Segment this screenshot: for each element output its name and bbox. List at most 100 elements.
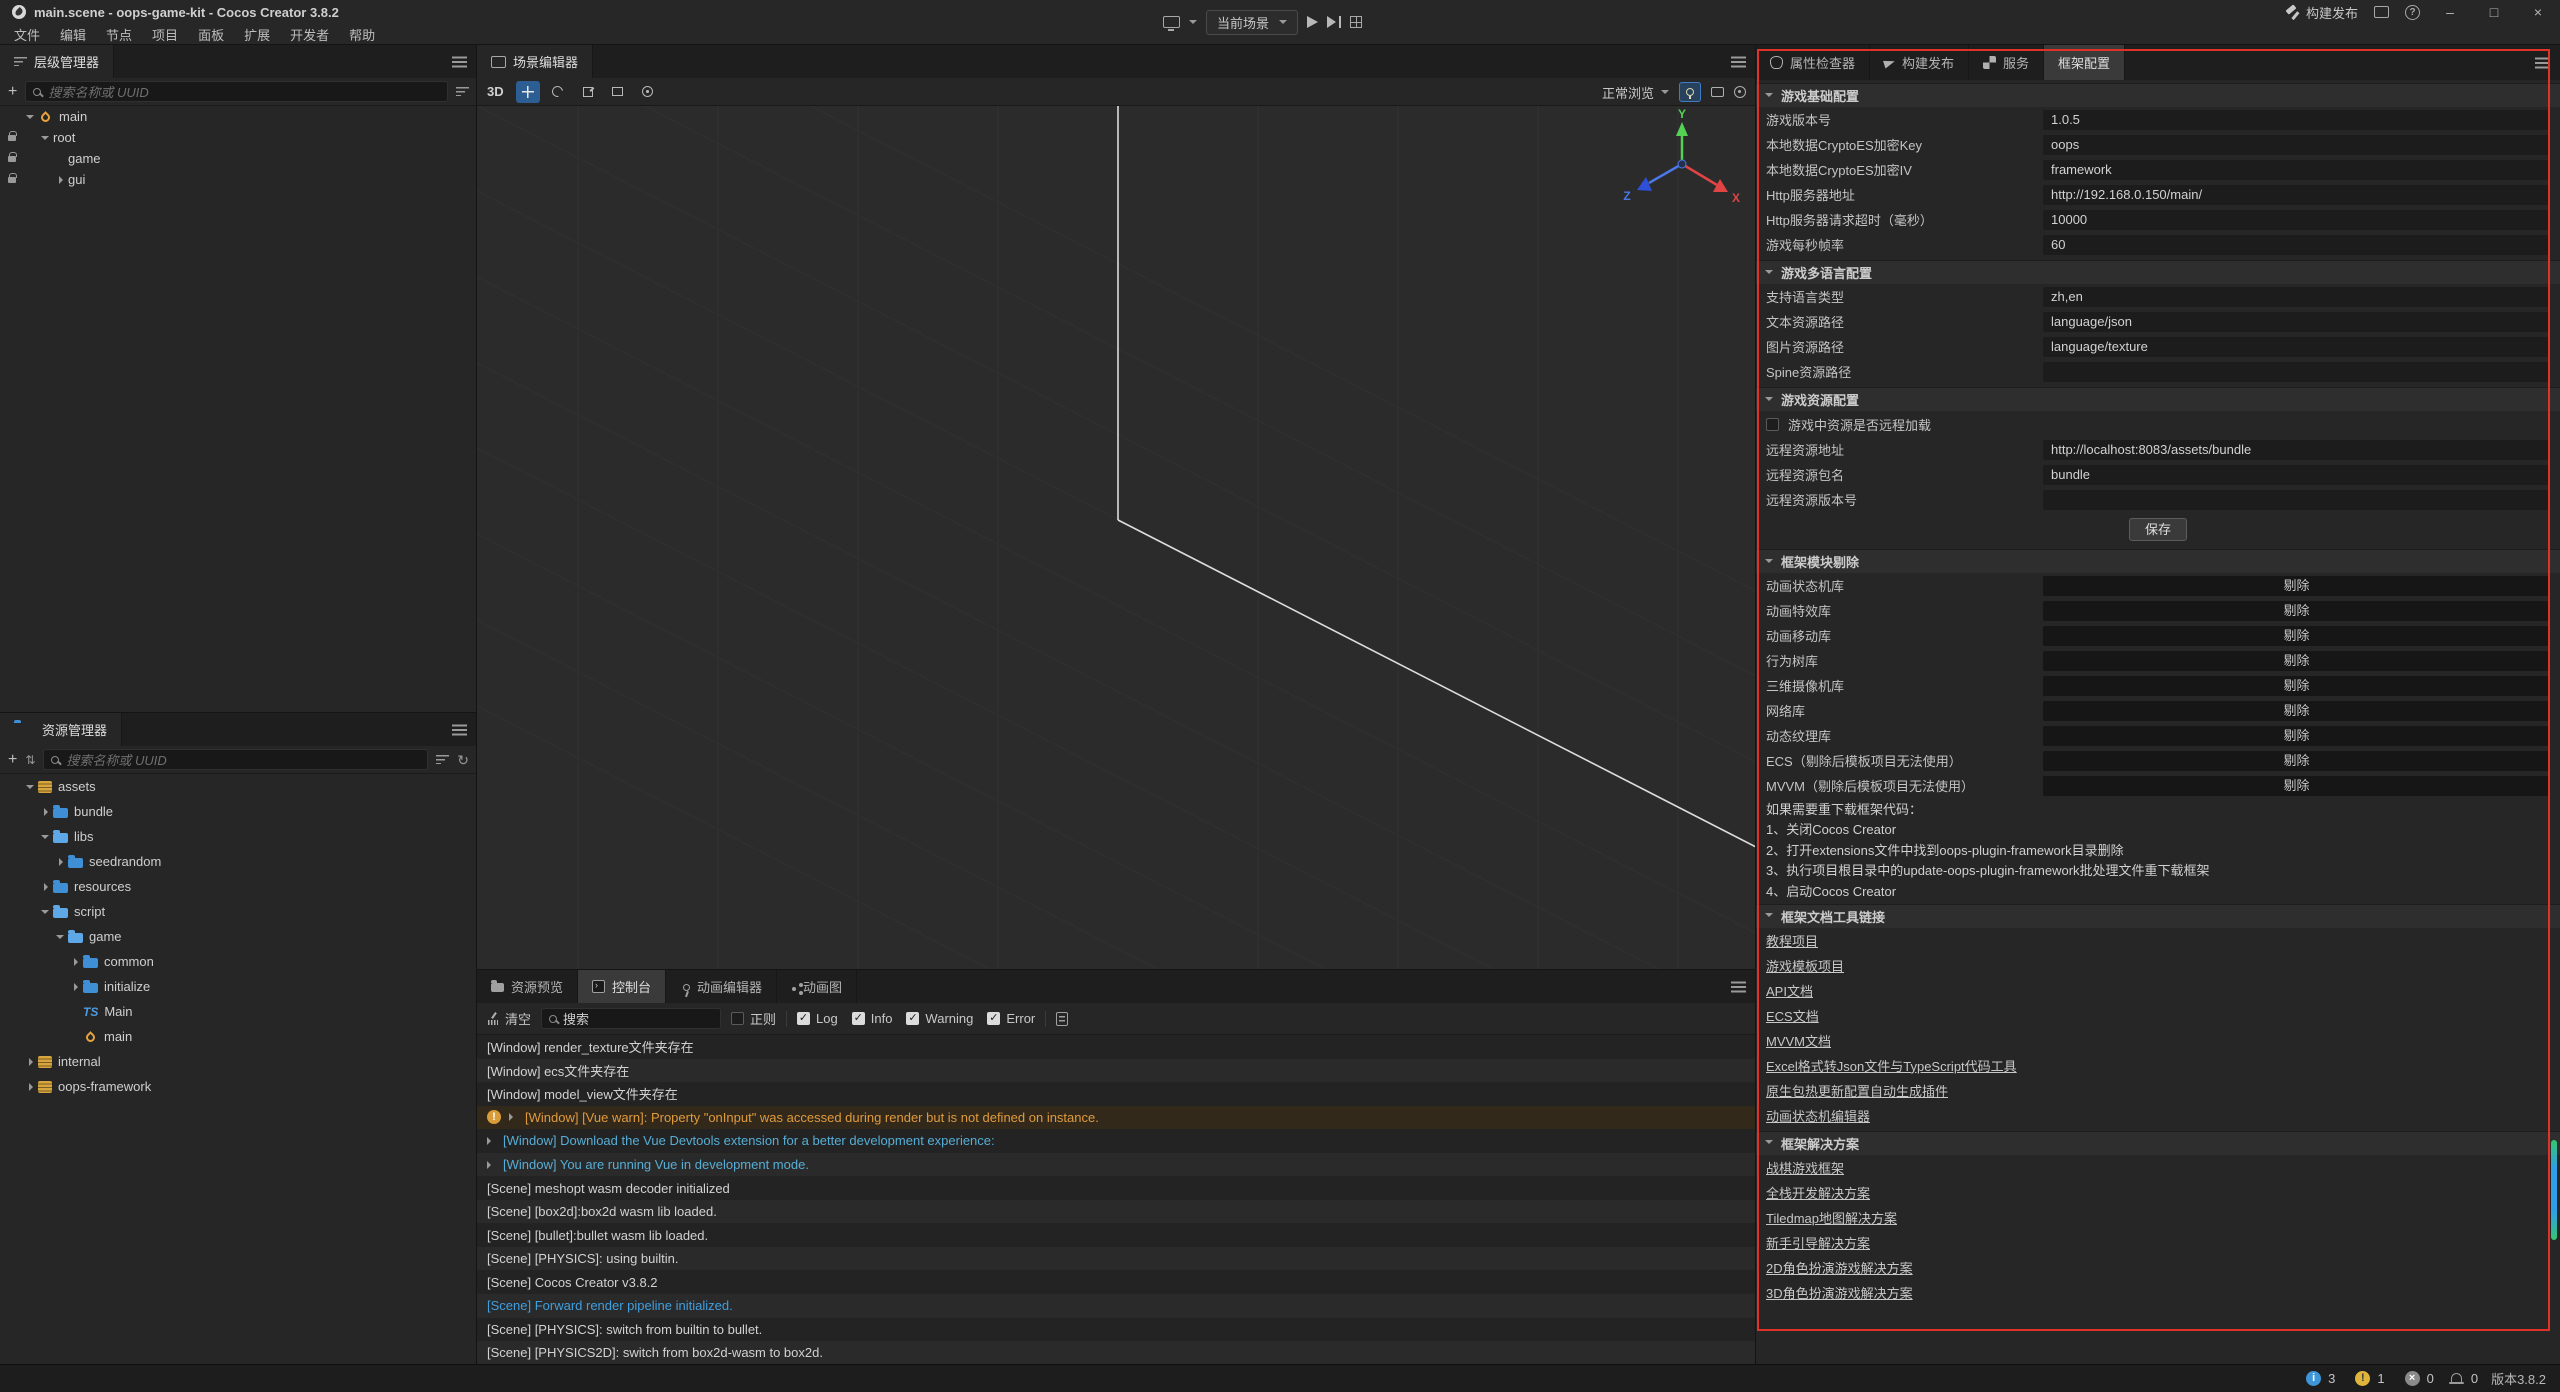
log-row[interactable]: ! [Scene] [PHYSICS]: switch from builtin…: [477, 1318, 1756, 1342]
tree-node[interactable]: gui: [0, 169, 477, 190]
solution-link[interactable]: Tiledmap地图解决方案: [1766, 1208, 1897, 1227]
view-mode-dropdown[interactable]: 正常浏览: [1602, 83, 1669, 102]
log-file-icon[interactable]: [1056, 1012, 1068, 1026]
error-icon[interactable]: ×: [2405, 1371, 2420, 1386]
navigation-gizmo[interactable]: Y X Z: [1623, 107, 1740, 205]
field-input[interactable]: 60: [2043, 235, 2550, 255]
ui-tool-button[interactable]: [636, 81, 660, 103]
inspector-tab[interactable]: 属性检查器: [1756, 45, 1870, 80]
field-input[interactable]: [2043, 490, 2550, 510]
frame-icon[interactable]: [2374, 6, 2389, 18]
field-input[interactable]: language/texture: [2043, 337, 2550, 357]
log-filter-toggle[interactable]: ✓ Info: [852, 1011, 893, 1026]
expand-chevron-icon[interactable]: [509, 1113, 517, 1121]
tree-node[interactable]: bundle: [0, 799, 477, 824]
log-row[interactable]: ! [Window] ecs文件夹存在: [477, 1059, 1756, 1083]
chevron-icon[interactable]: [41, 835, 49, 843]
log-filter-toggle[interactable]: ✓ Error: [987, 1011, 1035, 1026]
remove-module-button[interactable]: 剔除: [2043, 601, 2550, 621]
rect-tool-button[interactable]: [606, 81, 630, 103]
console-tab[interactable]: 动画图: [777, 970, 857, 1003]
tree-node[interactable]: main: [0, 1024, 477, 1049]
clear-console-button[interactable]: 清空: [487, 1009, 531, 1028]
tree-node[interactable]: libs: [0, 824, 477, 849]
doc-link[interactable]: 动画状态机编辑器: [1766, 1106, 1870, 1125]
log-row[interactable]: ! [Window] You are running Vue in develo…: [477, 1153, 1756, 1177]
remove-module-button[interactable]: 剔除: [2043, 576, 2550, 596]
field-input[interactable]: bundle: [2043, 465, 2550, 485]
solution-link[interactable]: 战棋游戏框架: [1766, 1158, 1844, 1177]
section-header-solutions[interactable]: 框架解决方案: [1756, 1131, 2560, 1155]
chevron-icon[interactable]: [56, 155, 64, 163]
tree-node[interactable]: seedrandom: [0, 849, 477, 874]
filter-checkbox[interactable]: ✓: [906, 1012, 919, 1025]
filter-icon[interactable]: [456, 87, 469, 96]
field-input[interactable]: framework: [2043, 160, 2550, 180]
field-input[interactable]: language/json: [2043, 312, 2550, 332]
tab-assets[interactable]: 资源管理器: [0, 713, 122, 746]
sort-icon[interactable]: ⇅: [25, 753, 35, 767]
solution-link[interactable]: 2D角色扮演游戏解决方案: [1766, 1258, 1913, 1277]
log-row[interactable]: ! [Scene] [PHYSICS]: using builtin.: [477, 1247, 1756, 1271]
doc-link[interactable]: 教程项目: [1766, 931, 1818, 950]
doc-link[interactable]: Excel格式转Json文件与TypeScript代码工具: [1766, 1056, 2017, 1075]
log-filter-toggle[interactable]: ✓ Log: [797, 1011, 838, 1026]
chevron-icon[interactable]: [71, 1008, 79, 1016]
console-search-input[interactable]: 搜索: [541, 1008, 721, 1029]
filter-icon[interactable]: [436, 755, 449, 764]
tab-scene-editor[interactable]: 场景编辑器: [477, 45, 593, 78]
menu-item[interactable]: 扩展: [234, 25, 280, 44]
inspector-tab[interactable]: 框架配置: [2044, 45, 2125, 80]
chevron-icon[interactable]: [44, 883, 52, 891]
remote-load-checkbox[interactable]: [1766, 418, 1779, 431]
expand-chevron-icon[interactable]: [487, 1137, 495, 1145]
regex-toggle[interactable]: 正则: [731, 1009, 776, 1028]
menu-item[interactable]: 项目: [142, 25, 188, 44]
field-input[interactable]: zh,en: [2043, 287, 2550, 307]
chevron-icon[interactable]: [59, 176, 67, 184]
panel-menu-icon[interactable]: [1731, 56, 1746, 67]
remove-module-button[interactable]: 剔除: [2043, 626, 2550, 646]
log-row[interactable]: ! [Scene] meshopt wasm decoder initializ…: [477, 1176, 1756, 1200]
camera-icon[interactable]: [1711, 87, 1724, 97]
solution-link[interactable]: 全栈开发解决方案: [1766, 1183, 1870, 1202]
doc-link[interactable]: MVVM文档: [1766, 1031, 1831, 1050]
section-header-docs[interactable]: 框架文档工具链接: [1756, 904, 2560, 928]
log-row[interactable]: ! [Scene] [box2d]:box2d wasm lib loaded.: [477, 1200, 1756, 1224]
play-button[interactable]: [1307, 16, 1318, 28]
menu-item[interactable]: 帮助: [339, 25, 385, 44]
log-row[interactable]: ! [Window] Download the Vue Devtools ext…: [477, 1129, 1756, 1153]
chevron-icon[interactable]: [41, 136, 49, 144]
section-header-modules[interactable]: 框架模块剔除: [1756, 549, 2560, 573]
remove-module-button[interactable]: 剔除: [2043, 701, 2550, 721]
log-row[interactable]: ! [Scene] [PHYSICS2D]: switch from box2d…: [477, 1341, 1756, 1364]
menu-item[interactable]: 编辑: [50, 25, 96, 44]
menu-item[interactable]: 面板: [188, 25, 234, 44]
panel-menu-icon[interactable]: [452, 56, 467, 67]
log-row[interactable]: ! [Scene] Forward render pipeline initia…: [477, 1294, 1756, 1318]
preview-device-icon[interactable]: [1163, 16, 1180, 28]
minimize-button[interactable]: –: [2436, 4, 2464, 20]
chevron-icon[interactable]: [41, 910, 49, 918]
log-row[interactable]: ! [Scene] [bullet]:bullet wasm lib loade…: [477, 1223, 1756, 1247]
field-input[interactable]: [2043, 362, 2550, 382]
section-header-resources[interactable]: 游戏资源配置: [1756, 387, 2560, 411]
doc-link[interactable]: 游戏模板项目: [1766, 956, 1844, 975]
tree-node[interactable]: main: [0, 106, 477, 127]
console-tab[interactable]: 动画编辑器: [666, 970, 777, 1003]
close-button[interactable]: ×: [2524, 4, 2552, 20]
console-tab[interactable]: 控制台: [578, 970, 666, 1003]
tree-node[interactable]: oops-framework: [0, 1074, 477, 1099]
tree-node[interactable]: common: [0, 949, 477, 974]
log-row[interactable]: ! [Window] [Vue warn]: Property "onInput…: [477, 1106, 1756, 1130]
scale-tool-button[interactable]: [576, 81, 600, 103]
section-header-basic[interactable]: 游戏基础配置: [1756, 83, 2560, 107]
build-publish-button[interactable]: 构建发布: [2285, 3, 2358, 22]
tree-node[interactable]: TS Main: [0, 999, 477, 1024]
create-node-button[interactable]: +: [8, 84, 17, 100]
rotate-tool-button[interactable]: [546, 81, 570, 103]
section-header-language[interactable]: 游戏多语言配置: [1756, 260, 2560, 284]
info-icon[interactable]: i: [2306, 1371, 2321, 1386]
tree-node[interactable]: internal: [0, 1049, 477, 1074]
filter-checkbox[interactable]: ✓: [797, 1012, 810, 1025]
